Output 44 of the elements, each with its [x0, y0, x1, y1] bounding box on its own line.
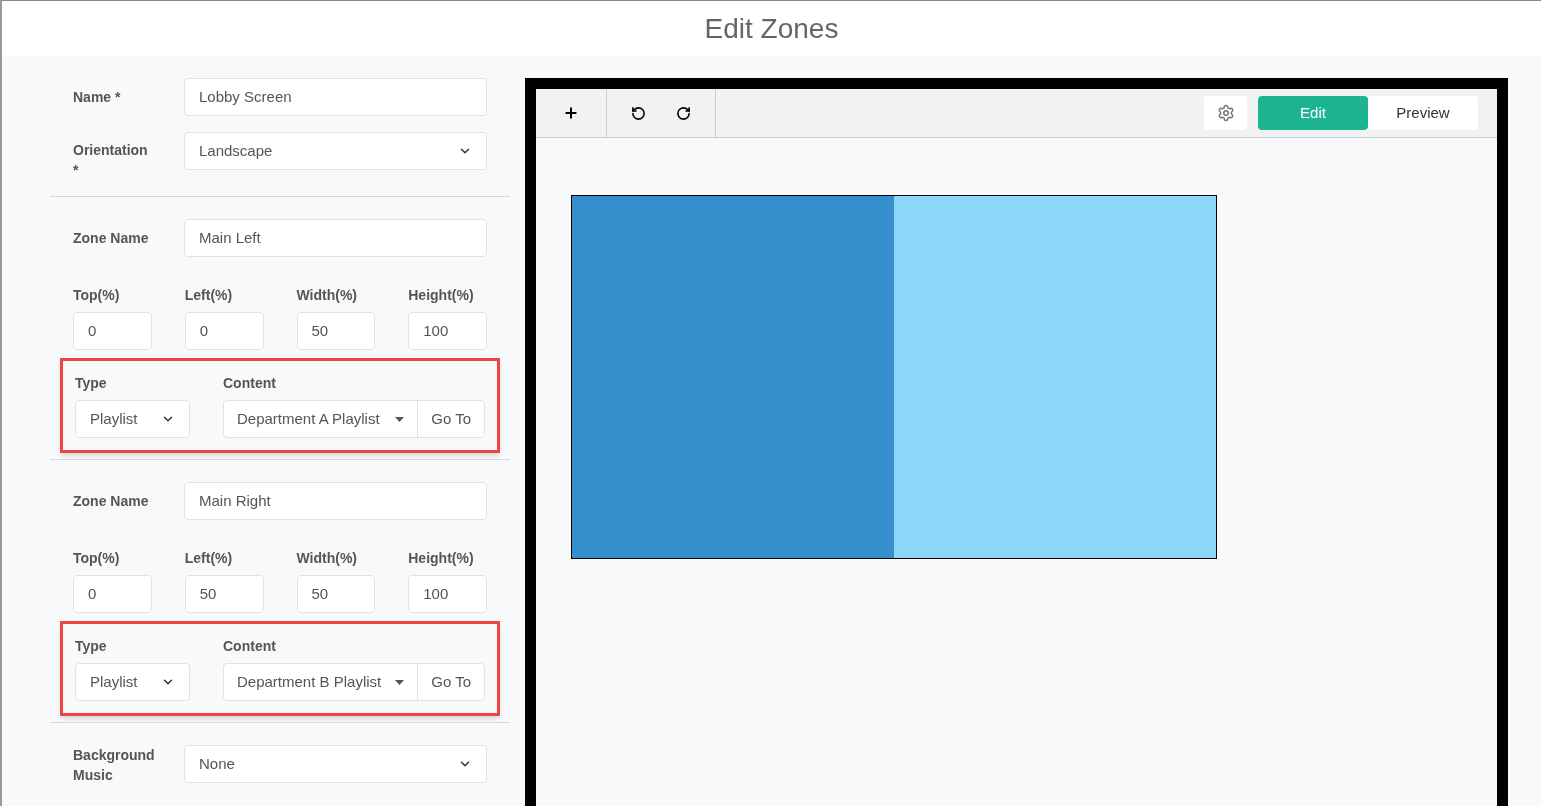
settings-button[interactable] — [1204, 96, 1247, 130]
page-title: Edit Zones — [704, 11, 839, 46]
gear-icon — [1216, 104, 1235, 122]
field-label: Background Music — [73, 746, 156, 785]
field-label: Name * — [73, 87, 122, 107]
field-label: Width(%) — [296, 286, 359, 305]
field-label: Top(%) — [73, 286, 121, 305]
zone-name-field[interactable]: Main Left — [184, 219, 487, 257]
percent-field[interactable]: 100 — [408, 312, 487, 350]
redo-icon[interactable] — [676, 105, 691, 121]
percent-field[interactable]: 50 — [296, 575, 376, 613]
content-select[interactable]: Department B Playlist — [224, 664, 419, 700]
type-select[interactable]: Playlist — [75, 663, 190, 701]
name-field[interactable]: Lobby Screen — [184, 78, 487, 116]
field-label: Left(%) — [184, 549, 234, 568]
field-label: Content — [223, 374, 277, 393]
percent-field[interactable]: 100 — [408, 575, 487, 613]
caret-icon — [395, 679, 405, 685]
field-label: Type — [75, 374, 108, 393]
orientation-select[interactable]: Landscape — [184, 132, 487, 170]
field-label: Left(%) — [184, 286, 234, 305]
percent-field[interactable]: 50 — [184, 575, 264, 613]
percent-field[interactable]: 50 — [296, 312, 376, 350]
field-label: Zone Name — [73, 491, 150, 511]
percent-field[interactable]: 0 — [73, 312, 152, 350]
field-label: Top(%) — [73, 549, 121, 568]
background-music-select[interactable]: None — [184, 745, 487, 783]
content-select[interactable]: Department A Playlist — [224, 401, 419, 437]
field-label: Orientation * — [73, 141, 149, 180]
zone-name-field[interactable]: Main Right — [184, 482, 487, 520]
add-icon[interactable] — [563, 105, 579, 121]
go-to-button[interactable]: Go To — [418, 401, 484, 437]
field-label: Type — [75, 637, 108, 656]
field-label: Zone Name — [73, 228, 150, 248]
percent-field[interactable]: 0 — [73, 575, 152, 613]
type-select[interactable]: Playlist — [75, 400, 190, 438]
caret-icon — [395, 416, 405, 422]
field-label: Height(%) — [408, 549, 475, 568]
field-label: Width(%) — [296, 549, 359, 568]
field-label: Content — [223, 637, 277, 656]
go-to-button[interactable]: Go To — [418, 664, 484, 700]
undo-icon[interactable] — [631, 105, 646, 121]
field-label: Height(%) — [408, 286, 475, 305]
percent-field[interactable]: 0 — [184, 312, 264, 350]
